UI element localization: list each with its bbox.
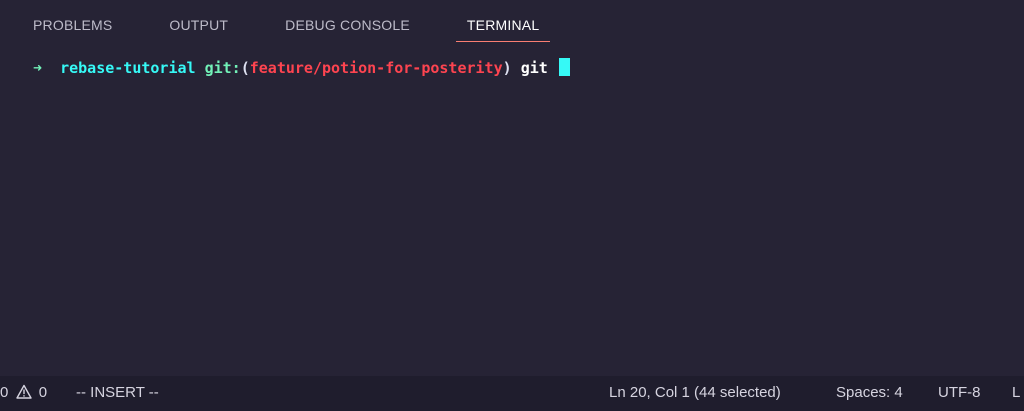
prompt-arrow-icon: ➜	[33, 59, 43, 77]
cursor-position[interactable]: Ln 20, Col 1 (44 selected)	[609, 376, 781, 411]
prompt-open-paren: (	[240, 59, 250, 77]
tab-terminal[interactable]: TERMINAL	[455, 0, 551, 48]
encoding-setting[interactable]: UTF-8	[938, 376, 981, 411]
terminal-prompt-line: ➜ rebase-tutorial git:(feature/potion-fo…	[33, 58, 570, 78]
errors-count: 0	[0, 384, 9, 401]
warnings-count: 0	[38, 384, 48, 401]
problems-status[interactable]: 0 0	[0, 376, 47, 411]
terminal-command-input[interactable]: git	[521, 59, 548, 77]
tab-output[interactable]: OUTPUT	[158, 0, 239, 48]
tab-debug-console[interactable]: DEBUG CONSOLE	[274, 0, 421, 48]
prompt-close-paren: )	[502, 59, 512, 77]
warning-icon	[15, 384, 32, 399]
status-bar: 0 0 -- INSERT -- Ln 20, Col 1 (44 select…	[0, 376, 1024, 411]
prompt-git-label: git:	[204, 59, 241, 77]
terminal-area[interactable]: ➜ rebase-tutorial git:(feature/potion-fo…	[0, 48, 1024, 376]
vim-mode-indicator: -- INSERT --	[76, 384, 159, 401]
prompt-branch: feature/potion-for-posterity	[249, 59, 503, 77]
line-ending-setting[interactable]: L	[1012, 376, 1020, 411]
bottom-panel: PROBLEMS OUTPUT DEBUG CONSOLE TERMINAL ➜…	[0, 0, 1024, 376]
tab-problems[interactable]: PROBLEMS	[22, 0, 123, 48]
prompt-directory: rebase-tutorial	[60, 59, 196, 77]
terminal-cursor	[558, 58, 570, 76]
panel-tabs: PROBLEMS OUTPUT DEBUG CONSOLE TERMINAL	[22, 0, 585, 48]
indentation-setting[interactable]: Spaces: 4	[836, 376, 903, 411]
